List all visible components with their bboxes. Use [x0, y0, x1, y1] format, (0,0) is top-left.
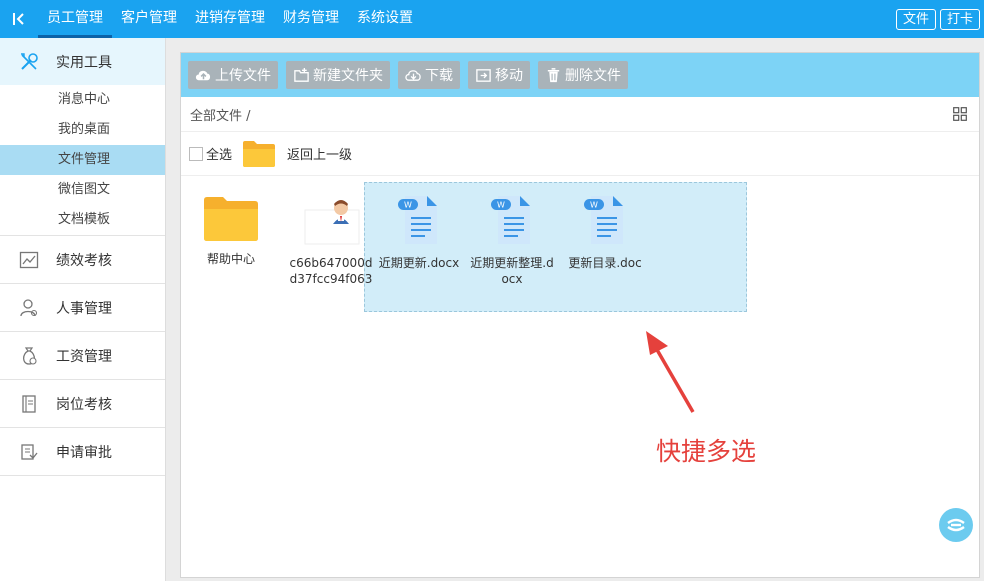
- file-name: 更新目录.doc: [568, 256, 642, 270]
- sidebar-submenu: 消息中心 我的桌面 文件管理 微信图文 文档模板: [0, 85, 165, 236]
- annotation-text: 快捷多选: [656, 437, 757, 466]
- file-name: 近期更新整理.docx: [470, 256, 554, 286]
- folder-icon: [243, 140, 276, 167]
- back-up-button[interactable]: 返回上一级: [242, 140, 352, 168]
- folder-icon: [204, 197, 258, 241]
- notebook-icon: [18, 393, 40, 415]
- trash-icon: [547, 67, 560, 82]
- nav-employee-management[interactable]: 员工管理: [38, 0, 112, 38]
- grid-view-icon[interactable]: [953, 107, 967, 121]
- file-item-docx[interactable]: W 近期更新整理.docx: [467, 194, 557, 287]
- sidebar-group-label: 岗位考核: [56, 396, 112, 413]
- select-all-checkbox[interactable]: [189, 146, 203, 161]
- nav-inventory-management[interactable]: 进销存管理: [186, 0, 274, 38]
- money-bag-icon: [18, 345, 40, 367]
- upload-file-label: 上传文件: [215, 68, 271, 84]
- sidebar-group-position-review[interactable]: 岗位考核: [0, 380, 165, 428]
- back-up-label: 返回上一级: [287, 148, 353, 163]
- word-doc-icon: W: [398, 196, 437, 244]
- sidebar-item-my-desktop[interactable]: 我的桌面: [0, 115, 165, 145]
- download-button[interactable]: 下载: [398, 61, 460, 89]
- svg-text:W: W: [590, 201, 598, 210]
- file-name: c66b647000dd37fcc94f063301a43125: [289, 256, 373, 284]
- sidebar-group-tools[interactable]: 实用工具: [0, 38, 165, 85]
- breadcrumb-all-files[interactable]: 全部文件 /: [190, 105, 251, 124]
- sidebar-group-payroll[interactable]: 工资管理: [0, 332, 165, 380]
- word-doc-icon: W: [584, 196, 623, 244]
- sidebar-group-label: 绩效考核: [56, 252, 112, 269]
- sidebar-group-label: 实用工具: [56, 54, 112, 71]
- nav-customer-management[interactable]: 客户管理: [112, 0, 186, 38]
- new-folder-label: 新建文件夹: [313, 68, 383, 84]
- sidebar-group-approval[interactable]: 申请审批: [0, 428, 165, 476]
- chart-icon: [18, 249, 40, 271]
- file-grid: 帮助中心 c66b647000dd37fcc94f063301a43125 W …: [181, 176, 979, 576]
- svg-text:W: W: [497, 201, 505, 210]
- svg-text:W: W: [404, 201, 412, 210]
- file-name: 近期更新.docx: [378, 256, 460, 270]
- delete-file-button[interactable]: 删除文件: [538, 61, 628, 89]
- approval-icon: [18, 441, 40, 463]
- tools-icon: [18, 51, 40, 73]
- float-action-icon[interactable]: [939, 508, 973, 542]
- sidebar-group-performance[interactable]: 绩效考核: [0, 236, 165, 284]
- sidebar-group-label: 人事管理: [56, 300, 112, 317]
- sidebar-item-doc-templates[interactable]: 文档模板: [0, 205, 165, 235]
- word-doc-icon: W: [491, 196, 530, 244]
- move-label: 移动: [495, 68, 523, 84]
- upload-cloud-icon: [195, 70, 211, 80]
- image-thumbnail-icon: [304, 200, 360, 245]
- sidebar-item-wechat-articles[interactable]: 微信图文: [0, 175, 165, 205]
- download-icon: [405, 69, 421, 81]
- file-item-folder[interactable]: 帮助中心: [186, 196, 276, 267]
- sidebar-item-file-management[interactable]: 文件管理: [0, 145, 165, 175]
- select-all-label[interactable]: 全选: [206, 144, 232, 163]
- upload-file-button[interactable]: 上传文件: [188, 61, 278, 89]
- move-icon: [476, 68, 491, 82]
- move-button[interactable]: 移动: [468, 61, 530, 89]
- sidebar-group-label: 工资管理: [56, 348, 112, 365]
- delete-file-label: 删除文件: [565, 68, 621, 84]
- sidebar-item-messages[interactable]: 消息中心: [0, 85, 165, 115]
- top-navbar: 员工管理 客户管理 进销存管理 财务管理 系统设置 文件 打卡: [0, 0, 984, 38]
- file-item-docx[interactable]: W 近期更新.docx: [374, 194, 464, 271]
- breadcrumb: 全部文件 /: [181, 97, 979, 132]
- nav-finance-management[interactable]: 财务管理: [274, 0, 348, 38]
- select-row: 全选 返回上一级: [181, 132, 979, 176]
- person-icon: [18, 297, 40, 319]
- nav-system-settings[interactable]: 系统设置: [348, 0, 422, 38]
- new-folder-icon: [294, 67, 309, 82]
- file-item-doc[interactable]: W 更新目录.doc: [560, 194, 650, 271]
- file-toolbar: 上传文件 新建文件夹 下载 移动 删除文件: [181, 53, 979, 97]
- download-label: 下载: [425, 68, 453, 84]
- file-name: 帮助中心: [206, 252, 255, 266]
- sidebar-group-label: 申请审批: [56, 444, 112, 461]
- collapse-left-icon[interactable]: [0, 0, 38, 38]
- annotation-arrow: [646, 331, 695, 413]
- file-button[interactable]: 文件: [895, 9, 936, 30]
- new-folder-button[interactable]: 新建文件夹: [286, 61, 390, 89]
- clock-in-button[interactable]: 打卡: [939, 9, 980, 30]
- file-item-image[interactable]: c66b647000dd37fcc94f063301a43125: [286, 196, 376, 284]
- sidebar: 实用工具 消息中心 我的桌面 文件管理 微信图文 文档模板 绩效考核 人事管理 …: [0, 38, 166, 581]
- sidebar-group-hr[interactable]: 人事管理: [0, 284, 165, 332]
- file-manager-panel: 上传文件 新建文件夹 下载 移动 删除文件 全部文件 / 全选 返回上一级 帮助…: [180, 52, 980, 578]
